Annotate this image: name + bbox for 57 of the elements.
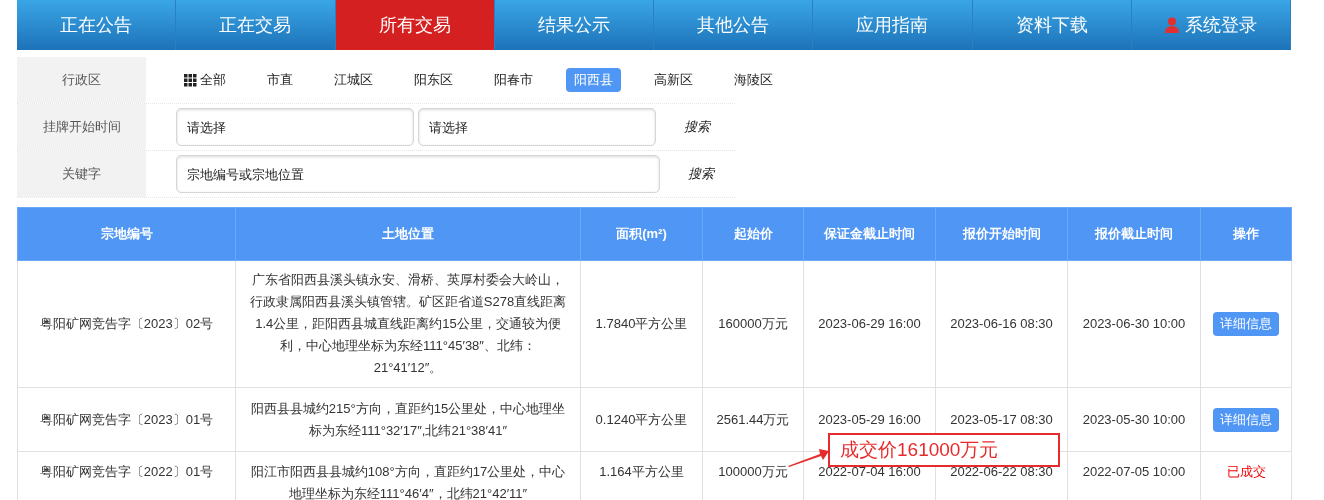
nav-tab[interactable]: 正在交易 xyxy=(176,0,336,50)
table-cell: 广东省阳西县溪头镇永安、滑桥、英厚村委会大岭山，行政隶属阳西县溪头镇管辖。矿区距省道S278直线距离1.4公里，距阳西县城直线距离约15公里，交通较为便利，中心地理坐标为东经111°45′38″、北纬：21°41′12″。 xyxy=(249,272,567,375)
region-option[interactable]: 市直 xyxy=(259,68,301,92)
nav-tab[interactable]: 应用指南 xyxy=(813,0,973,50)
table-cell: 2022-07-05 10:00 xyxy=(1082,464,1186,479)
nav-tab[interactable]: 其他公告 xyxy=(654,0,814,50)
filter-label: 挂牌开始时间 xyxy=(17,104,146,150)
status-text: 已成交 xyxy=(1226,464,1266,479)
date-field[interactable]: 请选择 xyxy=(418,108,656,146)
table-cell: 2023-05-17 08:30 xyxy=(950,411,1053,427)
nav-tab[interactable]: 正在公告 xyxy=(17,0,177,50)
table-cell: 160000万元 xyxy=(718,316,788,331)
table-cell: 100000万元 xyxy=(718,464,788,479)
column-header: 报价截止时间 xyxy=(1067,207,1201,261)
region-option[interactable]: 江城区 xyxy=(326,68,381,92)
table-cell: 2023-05-29 16:00 xyxy=(818,411,921,427)
table-cell: 2023-06-29 16:00 xyxy=(818,316,921,331)
region-option[interactable]: 海陵区 xyxy=(726,68,781,92)
column-header: 操作 xyxy=(1200,207,1292,261)
column-header: 土地位置 xyxy=(235,207,581,261)
detail-button[interactable]: 详细信息 xyxy=(1213,312,1279,336)
table-cell: 粤阳矿网竞告字〔2023〕02号 xyxy=(39,316,214,331)
table-cell: 2561.44万元 xyxy=(716,411,790,427)
region-option[interactable]: 阳春市 xyxy=(486,68,541,92)
table-cell: 1.164平方公里 xyxy=(599,464,684,479)
table-cell: 阳西县县城约215°方向，直距约15公里处，中心地理坐标为东经111°32′17″,北纬21°38′41″ xyxy=(250,400,566,438)
table-cell: 1.7840平方公里 xyxy=(595,316,688,331)
filter-label: 行政区 xyxy=(17,57,146,103)
region-option[interactable]: 阳西县 xyxy=(566,68,621,92)
annotation-callout: 成交价161000万元 xyxy=(828,433,1060,467)
nav-tab[interactable]: 资料下载 xyxy=(972,0,1132,50)
table-cell: 阳江市阳西县县城约108°方向，直距约17公里处，中心地理坐标为东经111°46′4″，北纬21°42′11″ xyxy=(250,464,566,500)
column-header: 保证金截止时间 xyxy=(803,207,936,261)
table-cell: 0.1240平方公里 xyxy=(595,411,688,427)
nav-tab[interactable]: 系统登录 xyxy=(1131,0,1291,50)
table-cell: 2022-07-04 16:00 xyxy=(818,464,921,479)
filter-label: 关键字 xyxy=(17,151,146,197)
column-header: 报价开始时间 xyxy=(935,207,1068,261)
column-header: 面积(m²) xyxy=(580,207,703,261)
region-option[interactable]: 高新区 xyxy=(646,68,701,92)
date-field[interactable]: 请选择 xyxy=(176,108,414,146)
table-cell: 2023-06-16 08:30 xyxy=(950,316,1053,331)
nav-tab[interactable]: 结果公示 xyxy=(494,0,654,50)
keyword-field[interactable]: 宗地编号或宗地位置 xyxy=(176,155,660,193)
detail-button[interactable]: 详细信息 xyxy=(1213,407,1279,432)
table-cell: 2023-05-30 10:00 xyxy=(1082,411,1186,427)
region-option[interactable]: 阳东区 xyxy=(406,68,461,92)
table-cell: 粤阳矿网竞告字〔2023〕01号 xyxy=(39,411,214,427)
column-header: 宗地编号 xyxy=(17,207,236,261)
search-link[interactable]: 搜索 xyxy=(688,165,714,183)
nav-tab[interactable]: 所有交易 xyxy=(335,0,495,50)
table-cell: 粤阳矿网竞告字〔2022〕01号 xyxy=(39,464,214,479)
table-cell: 2022-06-22 08:30 xyxy=(950,464,1053,479)
column-header: 起始价 xyxy=(702,207,804,261)
search-link[interactable]: 搜索 xyxy=(684,118,710,136)
region-option[interactable]: 全部 xyxy=(176,68,234,92)
table-cell: 2023-06-30 10:00 xyxy=(1082,316,1186,331)
